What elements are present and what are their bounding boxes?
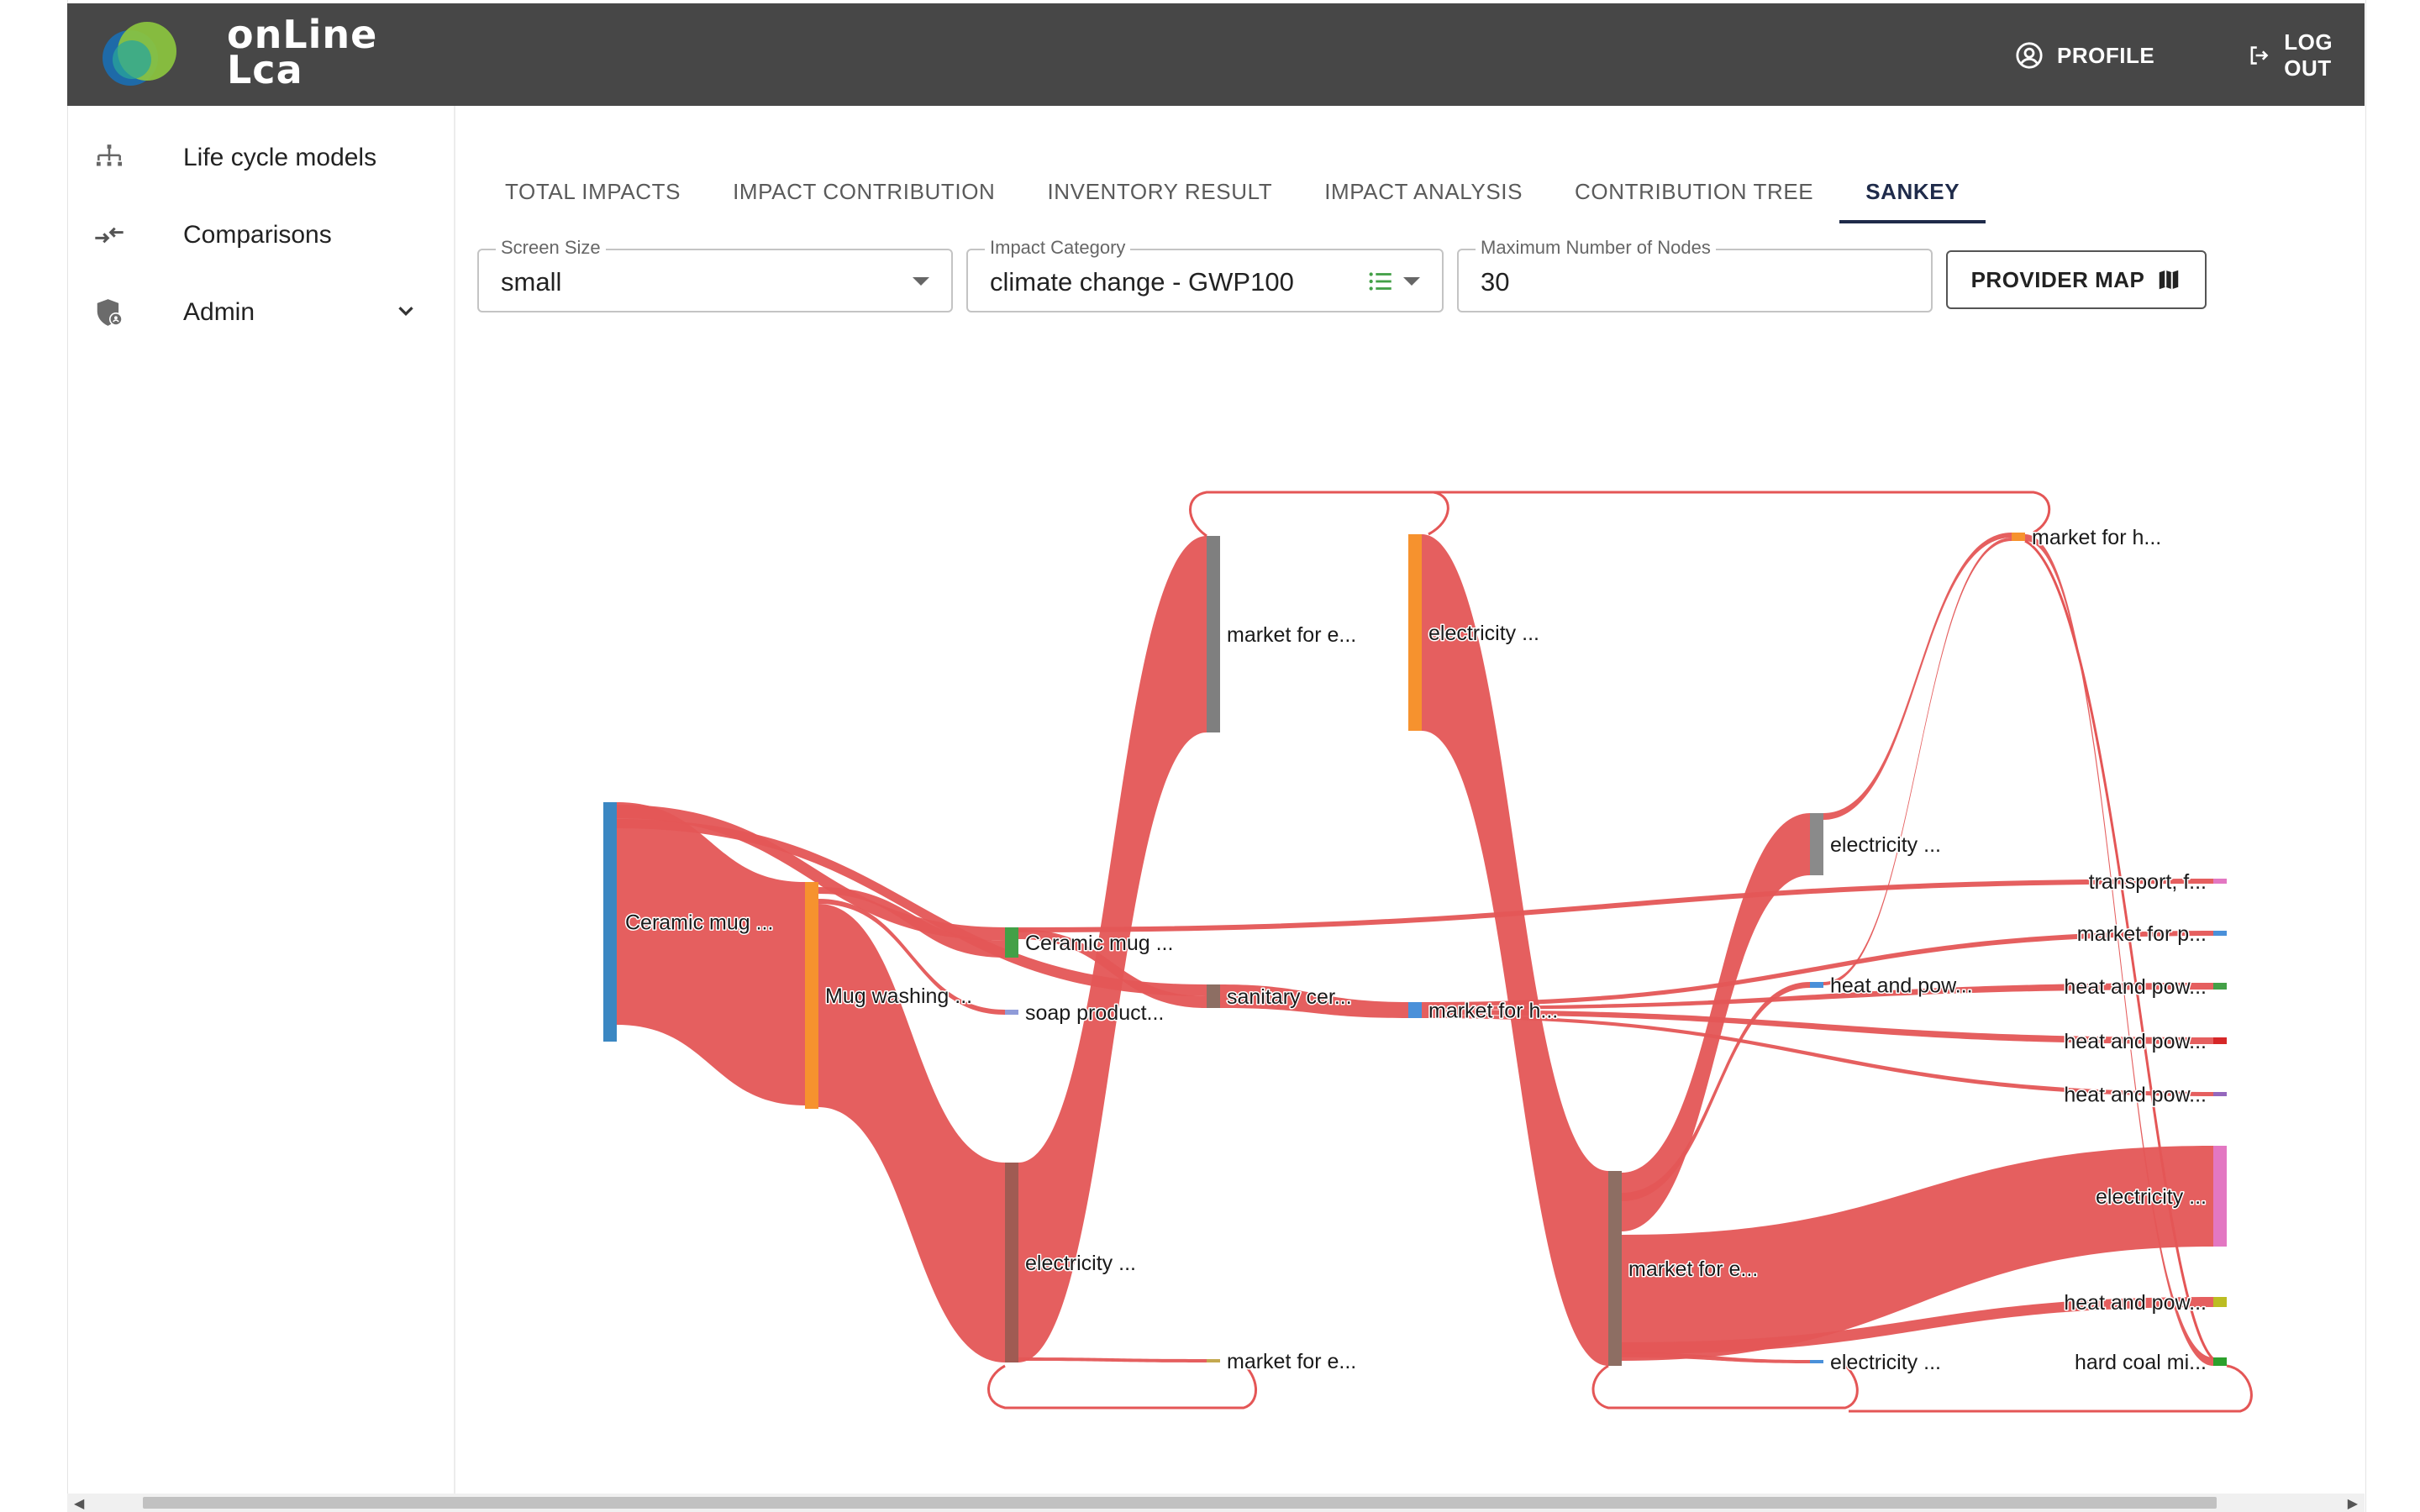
sankey-node-label: Mug washing ... [825, 984, 972, 1008]
sankey-loop-link[interactable] [987, 1359, 1257, 1410]
sankey-node[interactable] [1005, 1010, 1018, 1015]
sankey-link[interactable] [1823, 538, 2012, 985]
sankey-node[interactable] [2213, 983, 2227, 990]
sankey-link[interactable] [818, 904, 1005, 1362]
sankey-node[interactable] [2213, 1357, 2227, 1366]
sankey-node[interactable] [1005, 1163, 1018, 1362]
sankey-node-label: market for e... [1628, 1257, 1758, 1281]
sankey-node-label: heat and pow... [2064, 1291, 2207, 1315]
sankey-node-label: heat and pow... [2064, 1030, 2207, 1053]
sankey-node[interactable] [1810, 813, 1823, 875]
sankey-node-label: market for p... [2077, 922, 2207, 946]
sankey-loop-link[interactable] [1428, 491, 2051, 534]
sankey-node[interactable] [1408, 534, 1422, 731]
sankey-node[interactable] [1005, 927, 1018, 958]
sankey-node-label: sanitary cer... [1227, 985, 1352, 1009]
sankey-node[interactable] [1408, 1002, 1422, 1018]
scroll-right-icon[interactable]: ▶ [2348, 1495, 2358, 1512]
scrollbar-thumb[interactable] [143, 1497, 2217, 1509]
sankey-node-label: Ceramic mug ... [625, 911, 773, 935]
sankey-node[interactable] [1207, 1359, 1220, 1362]
sankey-node-label: heat and pow... [2064, 975, 2207, 999]
sankey-node[interactable] [805, 882, 818, 1109]
sankey-node-label: heat and pow... [1830, 974, 1973, 998]
scroll-left-icon[interactable]: ◀ [74, 1495, 84, 1512]
sankey-link[interactable] [1422, 534, 1608, 1366]
sankey-node[interactable] [1810, 982, 1823, 988]
sankey-link[interactable] [1823, 533, 2012, 820]
sankey-diagram: Ceramic mug ... Mug washing ... Ceramic mu… [603, 491, 2253, 1413]
sankey-node[interactable] [2213, 879, 2227, 884]
sankey-node-label: heat and pow... [2064, 1084, 2207, 1107]
sankey-node-label: market for e... [1227, 623, 1356, 647]
sankey-node[interactable] [2213, 1297, 2227, 1307]
sankey-loop-link[interactable] [1591, 1359, 1859, 1410]
sankey-node[interactable] [2213, 1037, 2227, 1044]
sankey-node-label: hard coal mi... [2075, 1351, 2207, 1374]
sankey-node-label: Ceramic mug ... [1025, 932, 1173, 955]
sankey-node[interactable] [2213, 1146, 2227, 1247]
sankey-node[interactable] [2213, 931, 2227, 936]
sankey-node[interactable] [603, 802, 617, 1042]
sankey-node-label: electricity ... [1830, 1351, 1941, 1374]
sankey-node-label: soap product... [1025, 1001, 1164, 1025]
sankey-node[interactable] [1810, 1360, 1823, 1363]
sankey-node-label: electricity ... [1025, 1252, 1136, 1275]
sankey-node-label: market for h... [1428, 1000, 1558, 1023]
sankey-node[interactable] [2012, 533, 2025, 541]
sankey-node-label: market for h... [2032, 526, 2161, 549]
sankey-node-label: electricity ... [2096, 1185, 2207, 1209]
sankey-node-label: market for e... [1227, 1350, 1356, 1373]
sankey-node[interactable] [1207, 984, 1220, 1008]
sankey-node[interactable] [2213, 1092, 2227, 1096]
sankey-link[interactable] [1018, 879, 2213, 932]
horizontal-scrollbar[interactable]: ◀ ▶ [67, 1494, 2365, 1512]
sankey-link[interactable] [1018, 1357, 1207, 1362]
sankey-loop-link[interactable] [1189, 491, 1449, 538]
sankey-node-label: electricity ... [1830, 833, 1941, 857]
sankey-node[interactable] [1608, 1171, 1622, 1366]
sankey-node-label: transport, f... [2089, 870, 2207, 894]
sankey-node[interactable] [1207, 536, 1220, 732]
sankey-node-label: electricity ... [1428, 622, 1539, 645]
